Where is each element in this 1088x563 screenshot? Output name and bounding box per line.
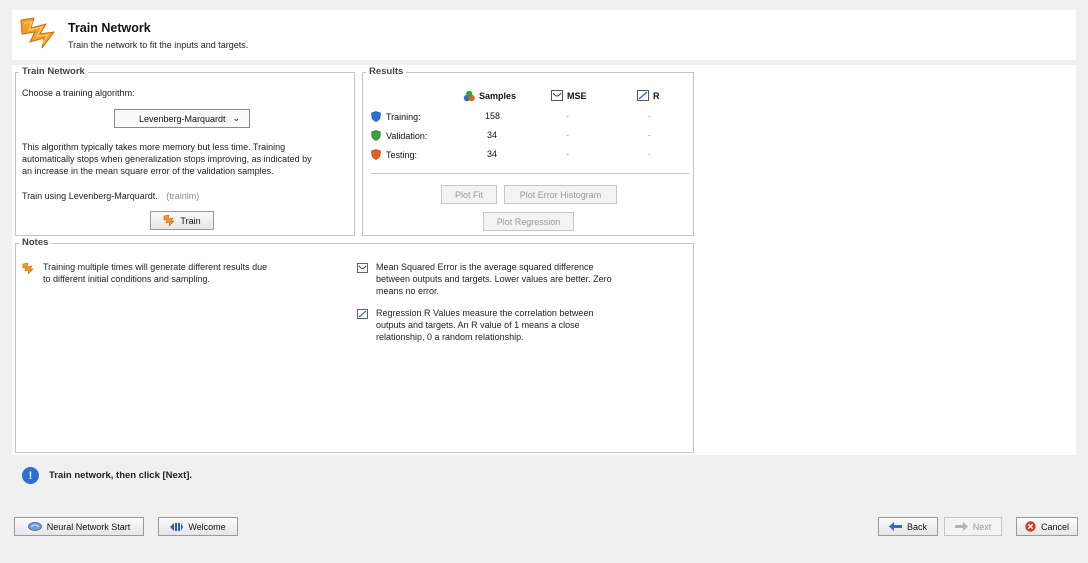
header-banner: Train Network Train the network to fit t… (12, 10, 1076, 60)
mse-note-line-3: means no error. (376, 286, 440, 296)
mse-header-label: MSE (567, 90, 587, 101)
chevron-down-icon: ⌄ (232, 113, 240, 123)
train-button-label: Train (180, 215, 201, 226)
algorithm-description-line-2: automatically stops when generalization … (22, 154, 312, 164)
status-message: ! Train network, then click [Next]. (22, 467, 192, 484)
r-header-label: R (653, 90, 660, 101)
train-network-panel-title: Train Network (19, 66, 88, 77)
validation-r: - (648, 130, 651, 140)
mse-note-line-1: Mean Squared Error is the average square… (376, 262, 594, 272)
r-note-line-3: relationship, 0 a random relationship. (376, 332, 524, 342)
cancel-label: Cancel (1040, 521, 1069, 532)
next-arrow-icon (954, 522, 968, 531)
choose-algorithm-label: Choose a training algorithm: (22, 88, 135, 98)
testing-mse: - (566, 149, 569, 159)
back-button[interactable]: Back (878, 517, 938, 536)
testing-label: Testing: (386, 149, 418, 160)
train-function-name: (trainlm) (166, 191, 200, 201)
notes-panel: Notes Training multiple times will gener… (15, 237, 694, 453)
samples-header-label: Samples (479, 91, 517, 101)
train-using-text: Train using Levenberg-Marquardt. (22, 191, 158, 201)
samples-column-header: Samples (463, 90, 516, 102)
welcome-icon (170, 522, 184, 531)
train-network-panel: Train Network Choose a training algorith… (15, 66, 355, 236)
results-row-validation: Validation: (371, 130, 427, 141)
training-label: Training: (386, 111, 421, 122)
mse-note-line-2: between outputs and targets. Lower value… (376, 274, 612, 284)
testing-shield-icon (371, 149, 381, 160)
back-label: Back (906, 521, 927, 532)
plot-fit-button[interactable]: Plot Fit (441, 185, 497, 204)
r-column-header: R (637, 90, 660, 101)
results-row-training: Training: (371, 111, 421, 122)
training-shield-icon (371, 111, 381, 122)
training-note-line-1: Training multiple times will generate di… (43, 262, 268, 272)
nn-start-label: Neural Network Start (46, 521, 131, 532)
mse-note-icon (357, 263, 368, 273)
info-icon: ! (22, 467, 39, 484)
next-button[interactable]: Next (944, 517, 1002, 536)
training-algorithm-select[interactable]: Levenberg-Marquardt ⌄ (114, 109, 250, 128)
algorithm-description-line-3: an increase in the mean square error of … (22, 166, 274, 176)
training-note-icon (22, 263, 34, 274)
results-row-testing: Testing: (371, 149, 417, 160)
train-network-icon (18, 14, 58, 50)
page-title: Train Network (68, 21, 151, 35)
plot-regression-button[interactable]: Plot Regression (483, 212, 574, 231)
validation-samples: 34 (487, 130, 498, 140)
algorithm-description-line-1: This algorithm typically takes more memo… (22, 142, 286, 152)
nn-start-icon (27, 522, 42, 531)
train-using-label: Train using Levenberg-Marquardt. (trainl… (22, 190, 199, 202)
training-samples: 158 (485, 111, 501, 121)
regression-note-icon (357, 309, 368, 319)
results-panel: Results Samples MSE R Training: 158 - - … (362, 66, 694, 236)
samples-icon (463, 90, 475, 102)
neural-network-start-button[interactable]: Neural Network Start (14, 517, 144, 536)
training-r: - (648, 111, 651, 121)
regression-icon (637, 90, 649, 101)
validation-shield-icon (371, 130, 381, 141)
mse-column-header: MSE (551, 90, 587, 101)
cancel-button[interactable]: Cancel (1016, 517, 1078, 536)
r-note-line-2: outputs and targets. An R value of 1 mea… (376, 320, 580, 330)
mse-icon (551, 90, 563, 101)
next-label: Next (972, 521, 992, 532)
welcome-button[interactable]: Welcome (158, 517, 238, 536)
status-text: Train network, then click [Next]. (49, 470, 193, 481)
r-note-line-1: Regression R Values measure the correlat… (376, 308, 594, 318)
validation-label: Validation: (386, 130, 428, 141)
training-mse: - (566, 111, 569, 121)
notes-panel-title: Notes (19, 237, 52, 248)
testing-r: - (648, 149, 651, 159)
train-icon (164, 215, 176, 226)
train-button[interactable]: Train (150, 211, 214, 230)
training-note-line-2: to different initial conditions and samp… (43, 274, 210, 284)
results-divider (371, 173, 689, 174)
back-arrow-icon (888, 522, 902, 531)
main-area: Train Network Choose a training algorith… (12, 65, 1076, 455)
testing-samples: 34 (487, 149, 498, 159)
welcome-label: Welcome (188, 521, 226, 532)
results-panel-title: Results (366, 66, 407, 77)
training-algorithm-value: Levenberg-Marquardt (139, 114, 226, 124)
plot-error-histogram-button[interactable]: Plot Error Histogram (504, 185, 617, 204)
cancel-icon (1025, 521, 1036, 532)
page-subtitle: Train the network to fit the inputs and … (68, 40, 249, 50)
validation-mse: - (566, 130, 569, 140)
